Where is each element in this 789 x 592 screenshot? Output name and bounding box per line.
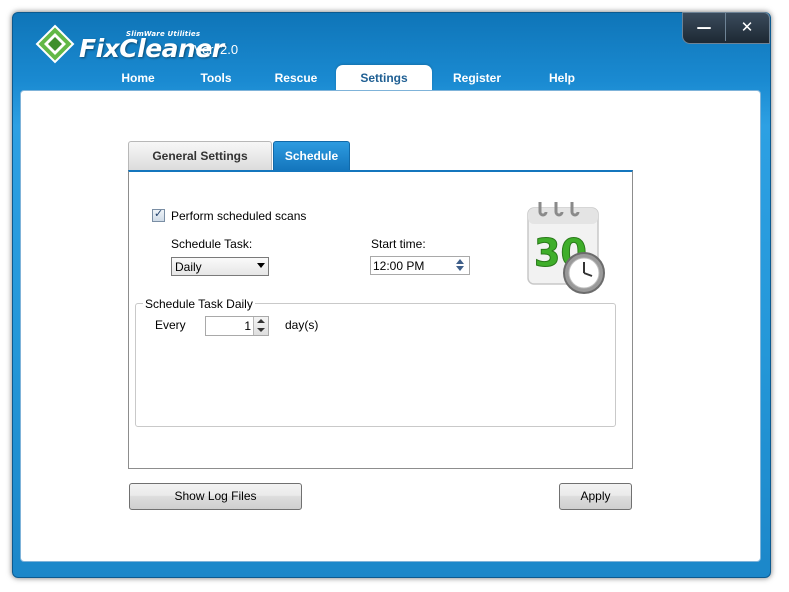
fixcleaner-logo-icon: [35, 24, 75, 64]
every-label: Every: [155, 318, 186, 332]
calendar-clock-icon: 30: [527, 202, 605, 294]
close-button[interactable]: ✕: [726, 13, 768, 41]
start-time-value: 12:00 PM: [373, 259, 425, 273]
perform-scheduled-scans-checkbox[interactable]: ✓: [152, 207, 165, 222]
start-time-label: Start time:: [371, 237, 426, 251]
tab-schedule[interactable]: Schedule: [273, 141, 350, 170]
time-spinner-icon[interactable]: [453, 259, 467, 272]
apply-button[interactable]: Apply: [559, 483, 632, 510]
days-unit-label: day(s): [285, 318, 319, 332]
group-title: Schedule Task Daily: [143, 297, 255, 311]
window-controls: — ✕: [682, 12, 770, 44]
every-days-input[interactable]: 1: [205, 316, 269, 336]
schedule-task-value: Daily: [175, 260, 202, 274]
checkmark-icon: ✓: [154, 207, 164, 220]
perform-scans-label: Perform scheduled scans: [171, 209, 307, 223]
dropdown-arrow-icon: [257, 263, 265, 268]
start-time-picker[interactable]: 12:00 PM: [370, 256, 470, 275]
minimize-button[interactable]: —: [683, 13, 726, 41]
tab-general-settings[interactable]: General Settings: [128, 141, 272, 170]
app-version: Ver. 2.0: [194, 42, 239, 57]
schedule-task-select[interactable]: Daily: [171, 257, 269, 276]
schedule-task-label: Schedule Task:: [171, 237, 253, 251]
every-days-value: 1: [244, 319, 251, 333]
days-spinner-icon[interactable]: [253, 317, 268, 335]
show-log-files-button[interactable]: Show Log Files: [129, 483, 302, 510]
